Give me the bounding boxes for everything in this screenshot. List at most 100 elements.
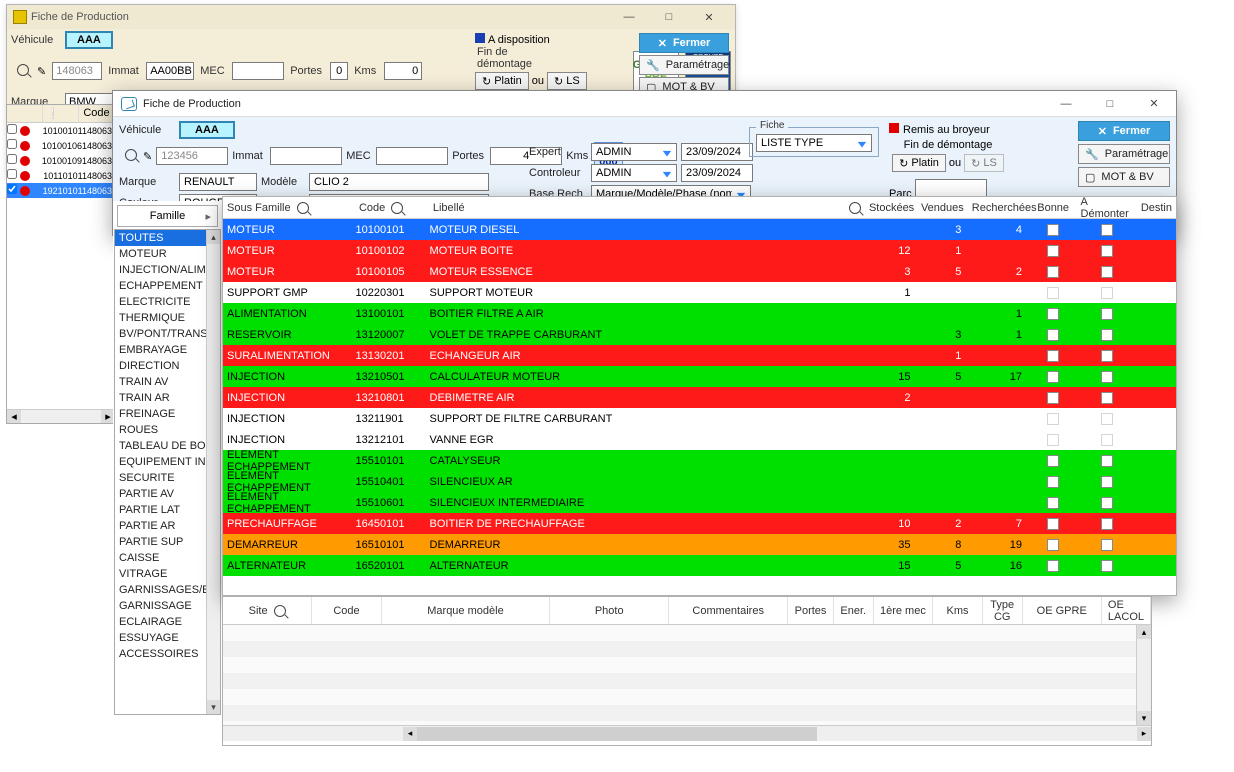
search-icon[interactable]: [297, 202, 309, 214]
col-typecg[interactable]: Type CG: [989, 599, 1016, 623]
col-commentaires[interactable]: Commentaires: [692, 605, 764, 617]
family-item[interactable]: SECURITE: [115, 470, 220, 486]
col-stockees[interactable]: Stockées: [869, 202, 914, 214]
controleur-combo[interactable]: ADMIN: [591, 164, 677, 182]
checkbox-bonne[interactable]: [1047, 371, 1059, 383]
family-item[interactable]: ESSUYAGE: [115, 630, 220, 646]
checkbox-ademonter[interactable]: [1101, 224, 1113, 236]
scrollbar-horizontal[interactable]: ◂ ▸: [223, 725, 1151, 741]
expert-date[interactable]: 23/09/2024: [681, 143, 753, 161]
checkbox-bonne[interactable]: [1047, 560, 1059, 572]
family-item[interactable]: ECHAPPEMENT: [115, 278, 220, 294]
scroll-up-icon[interactable]: ▴: [1137, 625, 1151, 639]
parts-row[interactable]: INJECTION13210501CALCULATEUR MOTEUR15517: [223, 366, 1176, 387]
col-libelle[interactable]: Libellé: [433, 202, 465, 214]
bg-portes-value[interactable]: 0: [330, 62, 348, 80]
col-code2[interactable]: Code: [333, 605, 359, 617]
checkbox-bonne[interactable]: [1047, 434, 1059, 446]
col-oelacol[interactable]: OE LACOL: [1108, 599, 1144, 623]
parts-row[interactable]: ELEMENT ECHAPPEMENT15510101CATALYSEUR: [223, 450, 1176, 471]
checkbox-bonne[interactable]: [1047, 224, 1059, 236]
checkbox-ademonter[interactable]: [1101, 497, 1113, 509]
bg-close-button[interactable]: ✕: [689, 6, 729, 28]
parts-row[interactable]: DEMARREUR16510101DEMARREUR35819: [223, 534, 1176, 555]
parc-field[interactable]: [915, 179, 987, 197]
ls-button-bg[interactable]: ↻LS: [547, 72, 587, 90]
parts-row[interactable]: INJECTION13212101VANNE EGR: [223, 429, 1176, 450]
parts-row[interactable]: RESERVOIR13120007VOLET DE TRAPPE CARBURA…: [223, 324, 1176, 345]
scrollbar-thumb[interactable]: [417, 727, 817, 741]
checkbox-ademonter[interactable]: [1101, 539, 1113, 551]
checkbox-ademonter[interactable]: [1101, 371, 1113, 383]
family-item[interactable]: EQUIPEMENT INT: [115, 454, 220, 470]
bg-maximize-button[interactable]: □: [649, 6, 689, 28]
platin-button[interactable]: ↻Platin: [892, 154, 946, 172]
parts-row[interactable]: MOTEUR10100101MOTEUR DIESEL34: [223, 219, 1176, 240]
scroll-down-icon[interactable]: ▾: [207, 700, 220, 714]
row-checkbox[interactable]: [7, 184, 17, 194]
checkbox-ademonter[interactable]: [1101, 434, 1113, 446]
fermer-button-bg[interactable]: ✕Fermer: [639, 33, 729, 53]
checkbox-bonne[interactable]: [1047, 287, 1059, 299]
checkbox-ademonter[interactable]: [1101, 329, 1113, 341]
checkbox-bonne[interactable]: [1047, 266, 1059, 278]
family-item[interactable]: PARTIE AR: [115, 518, 220, 534]
search-icon[interactable]: [391, 202, 403, 214]
family-item[interactable]: GARNISSAGE: [115, 598, 220, 614]
family-item[interactable]: TRAIN AV: [115, 374, 220, 390]
fg-maximize-button[interactable]: □: [1088, 91, 1132, 117]
scroll-up-icon[interactable]: ▴: [207, 230, 220, 244]
row-checkbox[interactable]: [7, 124, 17, 134]
parts-row[interactable]: ELEMENT ECHAPPEMENT15510401SILENCIEUX AR: [223, 471, 1176, 492]
bg-kms-value[interactable]: 0: [384, 62, 422, 80]
checkbox-bonne[interactable]: [1047, 455, 1059, 467]
col-sousfamille[interactable]: Sous Famille: [227, 202, 291, 214]
parametrage-button[interactable]: 🔧Paramétrage: [1078, 144, 1170, 164]
marque-value[interactable]: RENAULT: [179, 173, 257, 191]
checkbox-ademonter[interactable]: [1101, 287, 1113, 299]
checkbox-ademonter[interactable]: [1101, 245, 1113, 257]
code-list-row[interactable]: 10110101148063: [7, 168, 115, 183]
family-item[interactable]: DIRECTION: [115, 358, 220, 374]
parts-row[interactable]: INJECTION13211901SUPPORT DE FILTRE CARBU…: [223, 408, 1176, 429]
family-item[interactable]: ECLAIRAGE: [115, 614, 220, 630]
family-item[interactable]: THERMIQUE: [115, 310, 220, 326]
row-checkbox[interactable]: [7, 169, 17, 179]
checkbox-ademonter[interactable]: [1101, 266, 1113, 278]
col-marquemodele[interactable]: Marque modèle: [427, 605, 503, 617]
bg-search-field[interactable]: 148063: [52, 62, 102, 80]
fg-close-button[interactable]: ✕: [1132, 91, 1176, 117]
family-item[interactable]: INJECTION/ALIMENTAT: [115, 262, 220, 278]
checkbox-ademonter[interactable]: [1101, 308, 1113, 320]
code-list-row[interactable]: 10100106148063: [7, 138, 115, 153]
parts-row[interactable]: SUPPORT GMP10220301SUPPORT MOTEUR1: [223, 282, 1176, 303]
scrollbar-vertical[interactable]: ▴ ▾: [1136, 625, 1151, 725]
checkbox-bonne[interactable]: [1047, 350, 1059, 362]
family-item[interactable]: VITRAGE: [115, 566, 220, 582]
bg-immat-value[interactable]: AA00BB: [146, 62, 194, 80]
scroll-down-icon[interactable]: ▾: [1137, 711, 1151, 725]
checkbox-ademonter[interactable]: [1101, 392, 1113, 404]
family-item[interactable]: TRAIN AR: [115, 390, 220, 406]
mec-field[interactable]: [376, 147, 448, 165]
family-item[interactable]: PARTIE SUP: [115, 534, 220, 550]
family-item[interactable]: ACCESSOIRES: [115, 646, 220, 662]
col-site[interactable]: Site: [249, 605, 268, 617]
col-recherchees[interactable]: Recherchées: [972, 202, 1037, 214]
modele-value[interactable]: CLIO 2: [309, 173, 489, 191]
family-item[interactable]: TOUTES: [115, 230, 220, 246]
parts-row[interactable]: ELEMENT ECHAPPEMENT15510601SILENCIEUX IN…: [223, 492, 1176, 513]
checkbox-ademonter[interactable]: [1101, 350, 1113, 362]
search-icon[interactable]: [849, 202, 861, 214]
checkbox-bonne[interactable]: [1047, 308, 1059, 320]
family-item[interactable]: FREINAGE: [115, 406, 220, 422]
parts-row[interactable]: ALIMENTATION13100101BOITIER FILTRE A AIR…: [223, 303, 1176, 324]
parts-row[interactable]: SURALIMENTATION13130201ECHANGEUR AIR1: [223, 345, 1176, 366]
col-oegpre[interactable]: OE GPRE: [1037, 605, 1087, 617]
parts-row[interactable]: MOTEUR10100102MOTEUR BOITE121: [223, 240, 1176, 261]
parts-row[interactable]: PRECHAUFFAGE16450101BOITIER DE PRECHAUFF…: [223, 513, 1176, 534]
checkbox-ademonter[interactable]: [1101, 476, 1113, 488]
checkbox-adisposition-bg[interactable]: [475, 33, 485, 43]
col-destin[interactable]: Destin: [1141, 202, 1172, 214]
family-item[interactable]: EMBRAYAGE: [115, 342, 220, 358]
